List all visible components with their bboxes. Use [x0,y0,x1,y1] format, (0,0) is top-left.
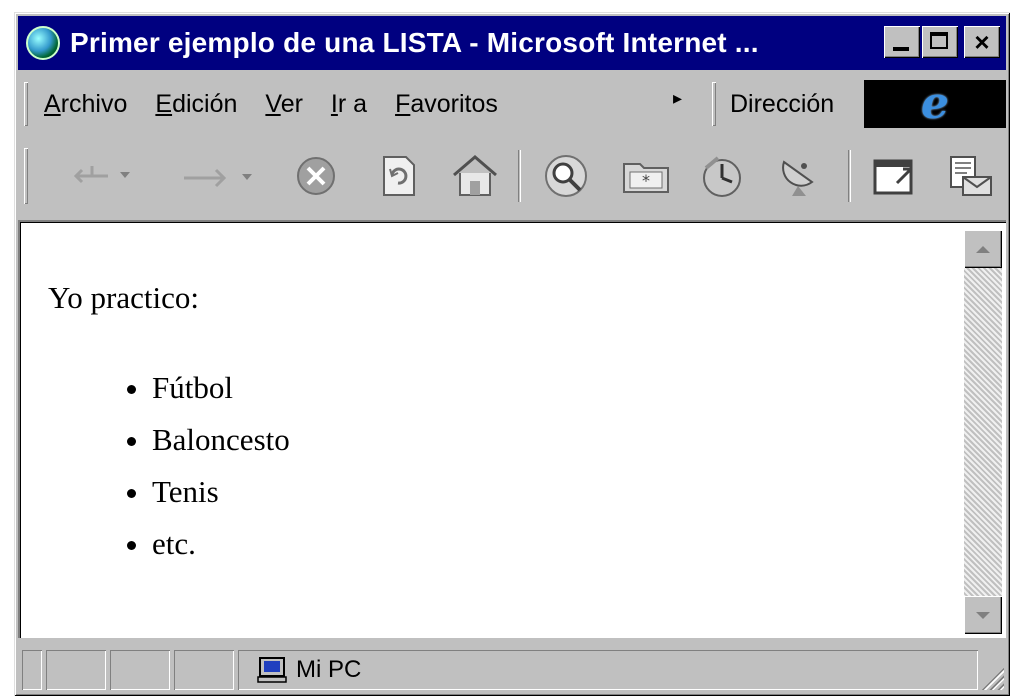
menu-favoritos-accel: F [395,89,411,118]
menu-ir-a-accel: I [330,89,338,118]
forward-button[interactable] [178,146,268,206]
maximize-button[interactable] [922,26,958,58]
ie-globe-icon[interactable] [26,26,60,60]
menu-items: Archivo Edición Ver Ir a Favoritos [44,76,498,132]
window-controls: × [882,26,1000,58]
status-pane [174,650,234,690]
status-pane [110,650,170,690]
mail-icon [950,156,992,196]
forward-icon [184,168,252,188]
history-icon [703,156,741,197]
svg-text:*: * [642,171,650,190]
menubar-grip[interactable] [24,82,28,126]
browser-window: Primer ejemplo de una LISTA - Microsoft … [14,12,1010,696]
title-bar[interactable]: Primer ejemplo de una LISTA - Microsoft … [18,16,1006,70]
close-icon: × [974,27,990,57]
fullscreen-icon [873,159,913,195]
channels-button[interactable] [770,146,826,206]
menu-ir-a-label: r a [337,89,368,118]
status-pane [46,650,106,690]
menu-edicion-label: dición [172,89,238,118]
minimize-button[interactable] [884,26,920,58]
addressbar-grip[interactable] [712,82,716,126]
history-button[interactable] [694,146,750,206]
ie-throbber: e [864,80,1006,128]
list-item: Tenis [152,466,290,518]
refresh-icon [383,156,415,196]
back-icon [73,166,130,184]
list-item: Baloncesto [152,414,290,466]
stop-icon [297,157,335,195]
close-button[interactable]: × [964,26,1000,58]
menu-ver[interactable]: Ver [265,90,303,119]
list-item: Fútbol [152,362,290,414]
menu-archivo[interactable]: Archivo [44,90,127,119]
arrow-up-icon [976,245,990,253]
favorites-button[interactable]: * [616,146,676,206]
arrow-down-icon [976,611,990,619]
address-label[interactable]: Dirección [730,76,834,132]
search-button[interactable] [538,146,594,206]
fullscreen-button[interactable] [866,146,922,206]
minimize-icon [893,47,909,51]
maximize-icon [930,32,948,49]
vertical-scrollbar[interactable] [964,230,1002,634]
menu-archivo-accel: A [44,89,61,118]
toolbar-separator [518,150,521,202]
home-icon [453,155,497,196]
menu-archivo-label: rchivo [60,89,128,118]
mail-button[interactable] [940,146,1000,206]
page-content: Yo practico: Fútbol Baloncesto Tenis etc… [48,280,290,570]
toolbar-grip[interactable] [24,148,28,204]
page-intro: Yo practico: [48,280,199,315]
back-button[interactable] [68,146,148,206]
refresh-button[interactable] [370,146,426,206]
menu-favoritos[interactable]: Favoritos [395,90,498,119]
standard-toolbar: * [18,136,1006,216]
window-title: Primer ejemplo de una LISTA - Microsoft … [70,27,759,58]
page-viewport: Yo practico: Fútbol Baloncesto Tenis etc… [18,220,1006,638]
status-zone-label: Mi PC [296,656,362,683]
status-pane [22,650,42,690]
resize-grip-icon[interactable] [976,662,1004,690]
stop-button[interactable] [288,146,344,206]
list-item: etc. [152,518,290,570]
search-icon [545,155,587,197]
menu-ir-a[interactable]: Ir a [331,90,367,119]
menu-bar: Archivo Edición Ver Ir a Favoritos ▸ Dir… [18,76,1006,132]
menu-ver-label: er [280,89,303,118]
favorites-icon: * [623,163,669,193]
computer-icon [257,657,287,683]
menu-chevron-icon[interactable]: ▸ [673,88,682,109]
toolbar-separator-2 [848,150,851,202]
status-zone: Mi PC [256,650,361,690]
status-bar: Mi PC [18,644,1006,692]
home-button[interactable] [446,146,504,206]
ie-logo-icon: e [921,78,949,129]
channels-icon [782,160,814,196]
menu-favoritos-label: avoritos [410,89,498,118]
menu-edicion-accel: E [155,89,173,118]
scroll-up-button[interactable] [964,230,1002,268]
scroll-down-button[interactable] [964,596,1002,634]
menu-edicion[interactable]: Edición [155,90,237,119]
sports-list: Fútbol Baloncesto Tenis etc. [48,362,290,570]
menu-ver-accel: V [265,89,281,118]
